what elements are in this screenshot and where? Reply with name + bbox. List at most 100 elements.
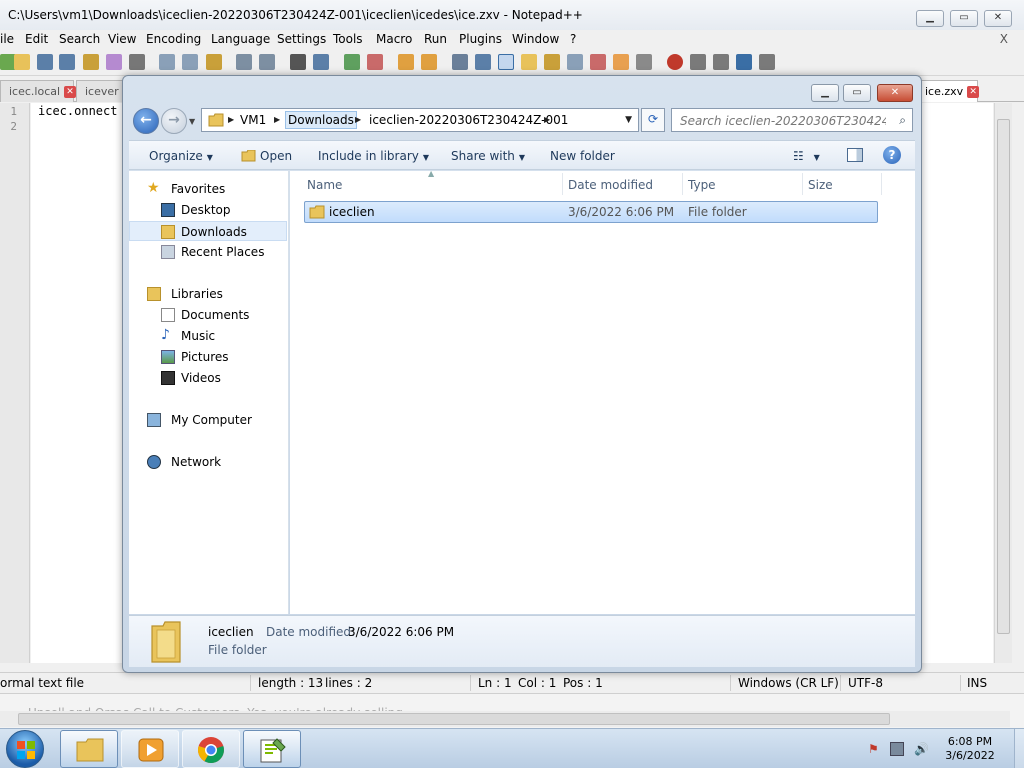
- nav-recent-places[interactable]: Recent Places: [129, 242, 287, 262]
- taskbar-notepadpp-button[interactable]: [243, 730, 301, 768]
- close-icon[interactable]: ✕: [64, 86, 77, 98]
- zoom-in-icon[interactable]: [344, 54, 360, 70]
- function-list-icon[interactable]: [590, 54, 606, 70]
- action-center-icon[interactable]: ⚑: [868, 742, 882, 756]
- copy-icon[interactable]: [182, 54, 198, 70]
- show-all-chars-icon[interactable]: [475, 54, 491, 70]
- menu-view[interactable]: View: [108, 32, 136, 46]
- run-macro-multiple-icon[interactable]: [736, 54, 752, 70]
- menu-run[interactable]: Run: [424, 32, 447, 46]
- refresh-button[interactable]: ⟳: [641, 108, 665, 132]
- redo-icon[interactable]: [259, 54, 275, 70]
- menu-plugins[interactable]: Plugins: [459, 32, 502, 46]
- taskbar-chrome-button[interactable]: [182, 730, 240, 768]
- menu-window[interactable]: Window: [512, 32, 559, 46]
- menu-close-doc[interactable]: X: [1000, 32, 1008, 46]
- column-name[interactable]: Name: [307, 178, 342, 192]
- back-button[interactable]: ←: [133, 108, 159, 134]
- dialog-maximize-button[interactable]: ▭: [843, 84, 871, 102]
- breadcrumb-iceclien-archive[interactable]: iceclien-20220306T230424Z-001: [369, 113, 568, 127]
- change-view-button[interactable]: ☷ ▼: [793, 149, 820, 163]
- print-icon[interactable]: [129, 54, 145, 70]
- column-type[interactable]: Type: [688, 178, 716, 192]
- play-macro-icon[interactable]: [713, 54, 729, 70]
- close-icon[interactable]: ✕: [967, 86, 980, 98]
- udl-icon[interactable]: [521, 54, 537, 70]
- tab-icec-local[interactable]: icec.local ✕: [0, 80, 77, 102]
- column-date-modified[interactable]: Date modified: [568, 178, 653, 192]
- include-in-library-button[interactable]: Include in library ▼: [318, 149, 429, 163]
- menu-help[interactable]: ?: [570, 32, 576, 46]
- nav-videos[interactable]: Videos: [129, 368, 287, 388]
- tab-icever[interactable]: icever: [76, 80, 126, 102]
- nav-music[interactable]: ♪ Music: [129, 326, 287, 346]
- save-icon[interactable]: [37, 54, 53, 70]
- preview-pane-icon[interactable]: [847, 148, 863, 162]
- folder-workspace-icon[interactable]: [613, 54, 629, 70]
- replace-icon[interactable]: [313, 54, 329, 70]
- menu-tools[interactable]: Tools: [333, 32, 363, 46]
- breadcrumb-vm1[interactable]: VM1: [240, 113, 266, 127]
- new-folder-button[interactable]: New folder: [550, 149, 615, 163]
- menu-settings[interactable]: Settings: [277, 32, 326, 46]
- doc-list-icon[interactable]: [567, 54, 583, 70]
- horizontal-scrollbar[interactable]: [0, 711, 1010, 727]
- zoom-out-icon[interactable]: [367, 54, 383, 70]
- stop-macro-icon[interactable]: [690, 54, 706, 70]
- menu-language[interactable]: Language: [211, 32, 270, 46]
- sync-v-icon[interactable]: [398, 54, 414, 70]
- tab-ice-zxv[interactable]: ice.zxv ✕: [916, 80, 980, 102]
- indent-guide-icon[interactable]: [498, 54, 514, 70]
- nav-my-computer[interactable]: My Computer: [129, 410, 287, 430]
- table-row[interactable]: iceclien 3/6/2022 6:06 PM File folder: [304, 201, 878, 223]
- notepad-minimize-button[interactable]: ▁: [916, 10, 944, 27]
- start-button[interactable]: [6, 730, 44, 768]
- save-all-icon[interactable]: [59, 54, 75, 70]
- editor-vertical-scrollbar[interactable]: [994, 103, 1012, 663]
- address-bar[interactable]: ▶ VM1 ▶ Downloads ▶ iceclien-20220306T23…: [201, 108, 639, 132]
- wrap-icon[interactable]: [452, 54, 468, 70]
- close-all-icon[interactable]: [106, 54, 122, 70]
- notepad-maximize-button[interactable]: ▭: [950, 10, 978, 27]
- nav-libraries[interactable]: Libraries: [129, 284, 287, 304]
- forward-button[interactable]: →: [161, 108, 187, 134]
- monitoring-icon[interactable]: [636, 54, 652, 70]
- menu-macro[interactable]: Macro: [376, 32, 412, 46]
- nav-desktop[interactable]: Desktop: [129, 200, 287, 220]
- scroll-thumb[interactable]: [997, 119, 1010, 634]
- nav-downloads[interactable]: Downloads: [129, 221, 287, 241]
- taskbar-media-player-button[interactable]: [121, 730, 179, 768]
- sync-h-icon[interactable]: [421, 54, 437, 70]
- dialog-close-button[interactable]: ✕: [877, 84, 913, 102]
- taskbar-explorer-button[interactable]: [60, 730, 118, 768]
- menu-encoding[interactable]: Encoding: [146, 32, 201, 46]
- menu-search[interactable]: Search: [59, 32, 100, 46]
- cut-icon[interactable]: [159, 54, 175, 70]
- find-icon[interactable]: [290, 54, 306, 70]
- open-button[interactable]: Open: [241, 149, 292, 163]
- save-macro-icon[interactable]: [759, 54, 775, 70]
- close-file-icon[interactable]: [83, 54, 99, 70]
- nav-pictures[interactable]: Pictures: [129, 347, 287, 367]
- network-tray-icon[interactable]: [890, 742, 904, 756]
- show-desktop-button[interactable]: [1014, 729, 1024, 768]
- share-with-button[interactable]: Share with ▼: [451, 149, 525, 163]
- nav-favorites[interactable]: ★ Favorites: [129, 179, 287, 199]
- breadcrumb-downloads[interactable]: Downloads: [285, 111, 357, 129]
- recent-pages-dropdown[interactable]: ▼: [189, 117, 195, 126]
- clock[interactable]: 6:08 PM 3/6/2022: [930, 735, 1010, 763]
- menu-edit[interactable]: Edit: [25, 32, 48, 46]
- volume-icon[interactable]: 🔊: [914, 742, 929, 756]
- menu-file[interactable]: ile: [0, 32, 14, 46]
- address-history-dropdown[interactable]: ▼: [625, 115, 632, 125]
- doc-map-icon[interactable]: [544, 54, 560, 70]
- search-box[interactable]: Search iceclien-20220306T230424Z-001 ⌕: [671, 108, 913, 132]
- column-size[interactable]: Size: [808, 178, 833, 192]
- record-macro-icon[interactable]: [667, 54, 683, 70]
- nav-network[interactable]: Network: [129, 452, 287, 472]
- help-icon[interactable]: ?: [883, 146, 901, 164]
- dialog-minimize-button[interactable]: ▁: [811, 84, 839, 102]
- undo-icon[interactable]: [236, 54, 252, 70]
- organize-button[interactable]: Organize ▼: [149, 149, 213, 163]
- open-file-icon[interactable]: [14, 54, 30, 70]
